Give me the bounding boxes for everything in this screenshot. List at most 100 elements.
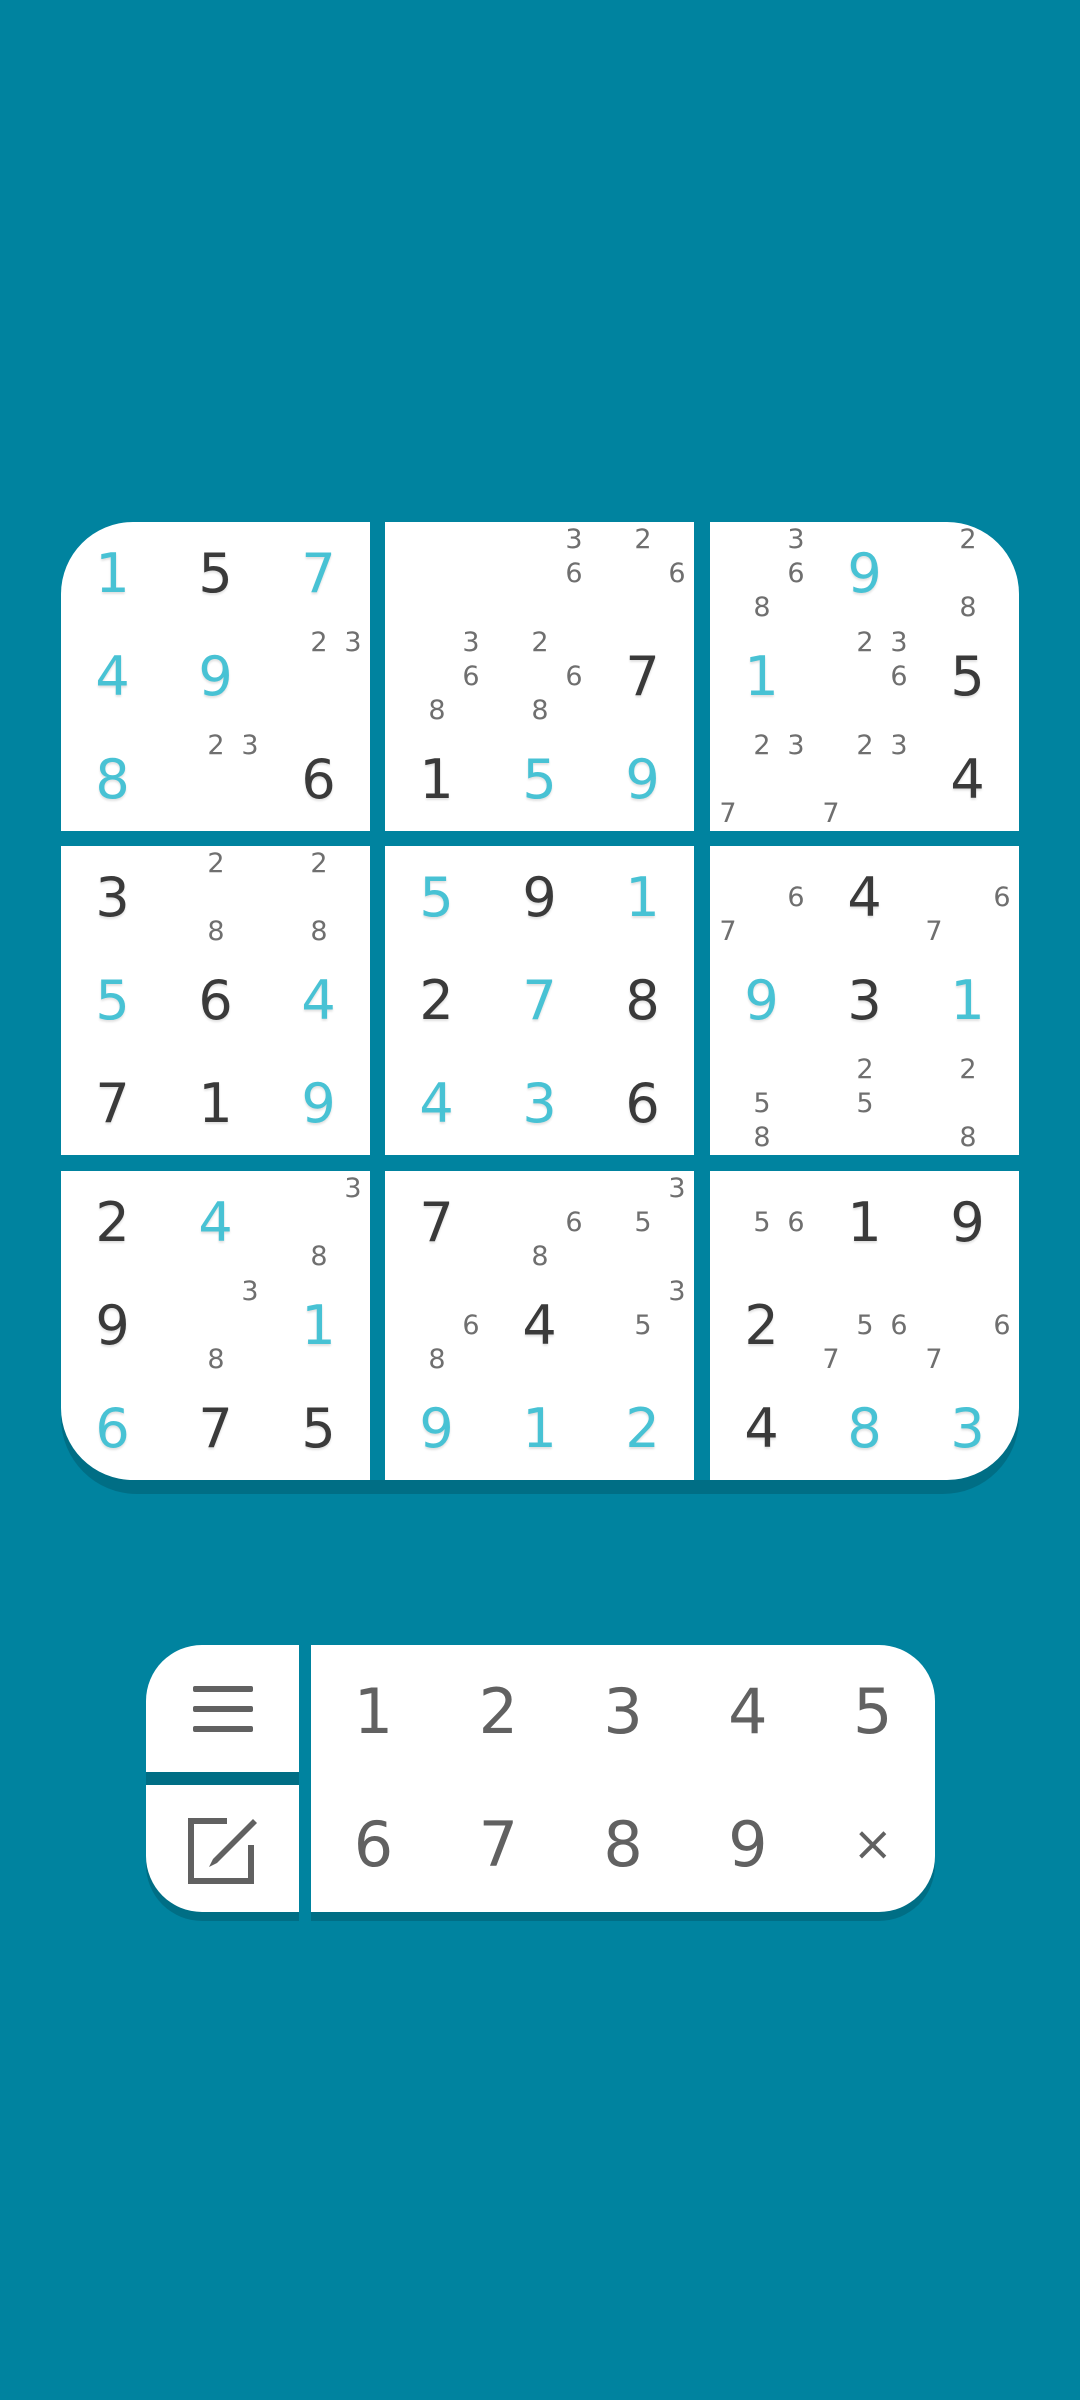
- board-cell[interactable]: 5: [164, 522, 267, 625]
- board-cell[interactable]: 9: [267, 1052, 370, 1155]
- board-cell[interactable]: 1: [385, 728, 488, 831]
- board-cell[interactable]: 236: [813, 625, 916, 728]
- digit-key-7[interactable]: 7: [436, 1778, 561, 1911]
- digit-key-1[interactable]: 1: [311, 1645, 436, 1778]
- board-cell[interactable]: 7: [591, 625, 694, 728]
- board-cell[interactable]: 5: [267, 1377, 370, 1480]
- board-cell[interactable]: 6: [164, 949, 267, 1052]
- board-cell[interactable]: 3: [813, 949, 916, 1052]
- board-cell[interactable]: 8: [813, 1377, 916, 1480]
- board-cell[interactable]: 4: [61, 625, 164, 728]
- pencil-note: 3: [462, 627, 480, 658]
- board-cell[interactable]: 1: [591, 846, 694, 949]
- board-cell[interactable]: 68: [385, 1274, 488, 1377]
- board-cell[interactable]: 25: [813, 1052, 916, 1155]
- board-cell[interactable]: [385, 522, 488, 625]
- board-cell[interactable]: 38: [267, 1171, 370, 1274]
- board-cell[interactable]: 9: [591, 728, 694, 831]
- board-cell[interactable]: 7: [488, 949, 591, 1052]
- digit-key-9[interactable]: 9: [685, 1778, 810, 1911]
- board-cell[interactable]: 2: [61, 1171, 164, 1274]
- board-cell[interactable]: 4: [488, 1274, 591, 1377]
- board-cell[interactable]: 9: [164, 625, 267, 728]
- board-cell[interactable]: 4: [710, 1377, 813, 1480]
- board-cell[interactable]: 368: [710, 522, 813, 625]
- board-cell[interactable]: 9: [385, 1377, 488, 1480]
- given-digit: 4: [950, 748, 985, 811]
- board-cell[interactable]: 368: [385, 625, 488, 728]
- board-cell[interactable]: 58: [710, 1052, 813, 1155]
- board-cell[interactable]: 28: [267, 846, 370, 949]
- board-cell[interactable]: 36: [488, 522, 591, 625]
- board-cell[interactable]: 4: [916, 728, 1019, 831]
- board-cell[interactable]: 6: [591, 1052, 694, 1155]
- board-cell[interactable]: 1: [813, 1171, 916, 1274]
- board-cell[interactable]: 4: [164, 1171, 267, 1274]
- board-cell[interactable]: 9: [710, 949, 813, 1052]
- board-cell[interactable]: 1: [61, 522, 164, 625]
- board-cell[interactable]: 23: [267, 625, 370, 728]
- board-cell[interactable]: 3: [916, 1377, 1019, 1480]
- board-cell[interactable]: 6: [267, 728, 370, 831]
- board-cell[interactable]: 28: [916, 522, 1019, 625]
- digit-key-6[interactable]: 6: [311, 1778, 436, 1911]
- pencil-note: 7: [925, 1344, 943, 1375]
- board-cell[interactable]: 9: [813, 522, 916, 625]
- digit-key-4[interactable]: 4: [685, 1645, 810, 1778]
- board-cell[interactable]: 5: [385, 846, 488, 949]
- pencil-note: 2: [310, 848, 328, 879]
- board-cell[interactable]: 67: [916, 1274, 1019, 1377]
- board-cell[interactable]: 28: [916, 1052, 1019, 1155]
- board-cell[interactable]: 268: [488, 625, 591, 728]
- digit-key-5[interactable]: 5: [810, 1645, 935, 1778]
- board-cell[interactable]: 5: [916, 625, 1019, 728]
- board-cell[interactable]: 28: [164, 846, 267, 949]
- board-cell[interactable]: 38: [164, 1274, 267, 1377]
- board-cell[interactable]: 1: [916, 949, 1019, 1052]
- clear-key[interactable]: ×: [810, 1778, 935, 1911]
- board-cell[interactable]: 9: [61, 1274, 164, 1377]
- board-cell[interactable]: 67: [710, 846, 813, 949]
- digit-key-3[interactable]: 3: [561, 1645, 686, 1778]
- board-cell[interactable]: 7: [164, 1377, 267, 1480]
- board-cell[interactable]: 23: [164, 728, 267, 831]
- pencil-note: 3: [241, 1276, 259, 1307]
- pencil-note: 3: [890, 627, 908, 658]
- board-cell[interactable]: 7: [267, 522, 370, 625]
- board-cell[interactable]: 4: [385, 1052, 488, 1155]
- board-cell[interactable]: 1: [710, 625, 813, 728]
- board-cell[interactable]: 23 7: [710, 728, 813, 831]
- board-cell[interactable]: 35: [591, 1274, 694, 1377]
- notes-mode-button[interactable]: [146, 1785, 299, 1912]
- board-cell[interactable]: 5: [488, 728, 591, 831]
- board-cell[interactable]: 23 7: [813, 728, 916, 831]
- board-cell[interactable]: 2: [591, 1377, 694, 1480]
- board-cell[interactable]: 8: [591, 949, 694, 1052]
- board-cell[interactable]: 9: [488, 846, 591, 949]
- board-cell[interactable]: 3: [61, 846, 164, 949]
- digit-key-8[interactable]: 8: [561, 1778, 686, 1911]
- board-cell[interactable]: 56 7: [813, 1274, 916, 1377]
- board-cell[interactable]: 56: [710, 1171, 813, 1274]
- board-cell[interactable]: 1: [267, 1274, 370, 1377]
- board-cell[interactable]: 9: [916, 1171, 1019, 1274]
- board-cell[interactable]: 7: [385, 1171, 488, 1274]
- board-cell[interactable]: 7: [61, 1052, 164, 1155]
- entered-digit: 1: [625, 866, 660, 929]
- board-cell[interactable]: 68: [488, 1171, 591, 1274]
- board-cell[interactable]: 4: [267, 949, 370, 1052]
- board-cell[interactable]: 5: [61, 949, 164, 1052]
- board-cell[interactable]: 4: [813, 846, 916, 949]
- board-cell[interactable]: 1: [488, 1377, 591, 1480]
- board-cell[interactable]: 1: [164, 1052, 267, 1155]
- board-cell[interactable]: 3: [488, 1052, 591, 1155]
- menu-button[interactable]: [146, 1645, 299, 1772]
- board-cell[interactable]: 2: [710, 1274, 813, 1377]
- board-cell[interactable]: 35: [591, 1171, 694, 1274]
- board-cell[interactable]: 8: [61, 728, 164, 831]
- board-cell[interactable]: 26: [591, 522, 694, 625]
- board-cell[interactable]: 2: [385, 949, 488, 1052]
- board-cell[interactable]: 6: [61, 1377, 164, 1480]
- board-cell[interactable]: 67: [916, 846, 1019, 949]
- digit-key-2[interactable]: 2: [436, 1645, 561, 1778]
